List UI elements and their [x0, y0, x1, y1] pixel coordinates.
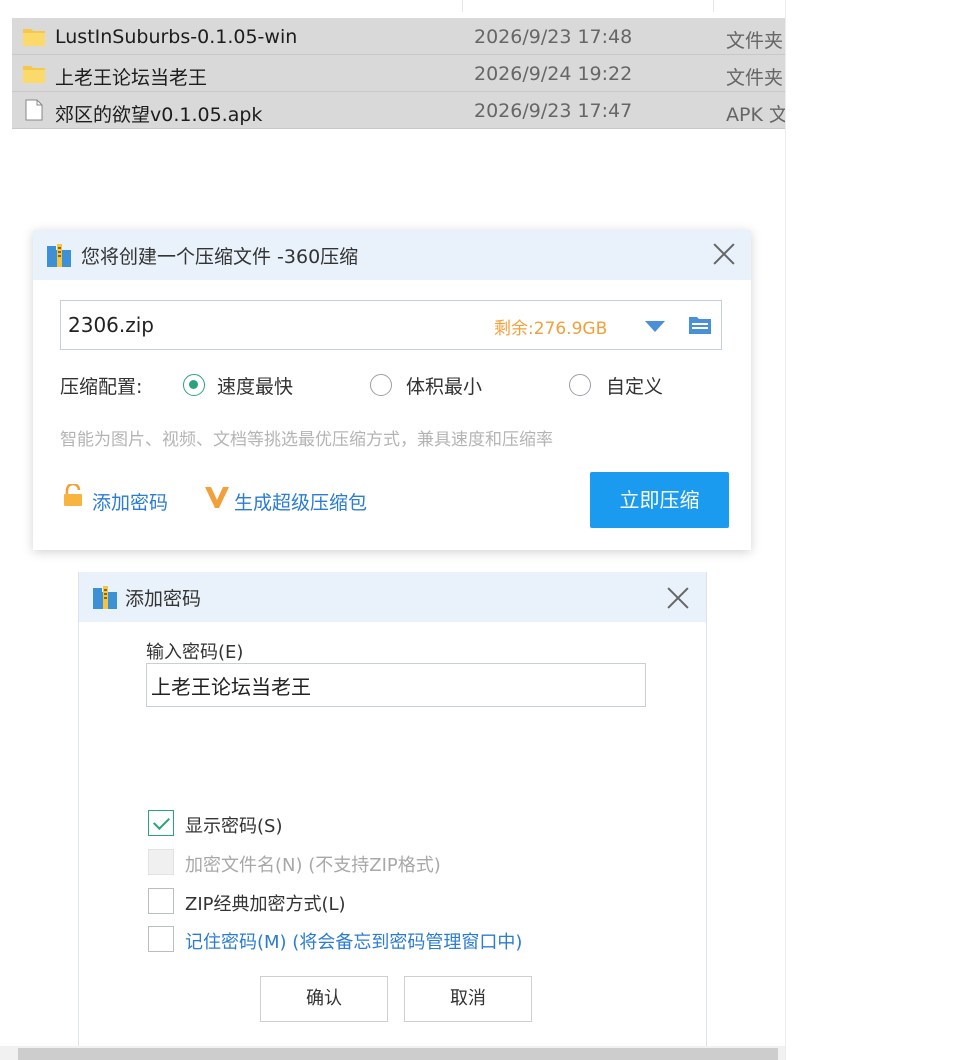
folder-icon — [23, 66, 45, 83]
browse-folder-icon[interactable] — [688, 314, 712, 336]
file-row[interactable]: 郊区的欲望v0.1.05.apk 2026/9/23 17:47 APK 文 — [12, 92, 785, 129]
remember-password-label[interactable]: 记住密码(M) (将会备忘到密码管理窗口中) — [185, 928, 522, 954]
password-input[interactable]: 上老王论坛当老王 — [146, 663, 646, 707]
file-row[interactable]: LustInSuburbs-0.1.05-win 2026/9/23 17:48… — [12, 18, 785, 55]
file-name: 郊区的欲望v0.1.05.apk — [55, 104, 263, 126]
dialog-title-bar[interactable]: 添加密码 — [79, 572, 706, 622]
free-space-label: 剩余:276.9GB — [494, 319, 608, 339]
close-icon[interactable] — [712, 242, 736, 266]
file-date: 2026/9/23 17:47 — [474, 100, 633, 122]
encrypt-filenames-checkbox — [148, 849, 174, 875]
add-password-link[interactable]: 添加密码 — [92, 488, 168, 515]
file-type: APK 文 — [726, 104, 785, 126]
add-password-dialog: 添加密码 输入密码(E) 上老王论坛当老王 显示密码(S) 加密文件名(N) (… — [78, 572, 707, 1052]
file-name: LustInSuburbs-0.1.05-win — [55, 26, 298, 48]
radio-custom[interactable] — [569, 374, 591, 396]
close-icon[interactable] — [666, 586, 690, 610]
compress-dialog: 您将创建一个压缩文件 -360压缩 2306.zip 剩余:276.9GB 压缩… — [33, 230, 751, 550]
file-date: 2026/9/24 19:22 — [474, 63, 633, 85]
scrollbar-thumb[interactable] — [18, 1048, 778, 1060]
password-value: 上老王论坛当老王 — [151, 675, 311, 699]
file-icon — [25, 99, 43, 121]
dialog-title-bar[interactable]: 您将创建一个压缩文件 -360压缩 — [33, 230, 751, 280]
compress-config-label: 压缩配置: — [60, 376, 143, 398]
radio-fastest[interactable] — [183, 374, 205, 396]
radio-smallest[interactable] — [370, 374, 392, 396]
remember-password-checkbox[interactable] — [148, 926, 174, 952]
archive-path-value: 2306.zip — [68, 313, 155, 337]
radio-custom-label[interactable]: 自定义 — [606, 372, 663, 399]
file-list: LustInSuburbs-0.1.05-win 2026/9/23 17:48… — [12, 18, 785, 129]
show-password-checkbox[interactable] — [148, 810, 174, 836]
folder-icon — [23, 29, 45, 46]
zip-classic-encryption-checkbox[interactable] — [148, 888, 174, 914]
file-date: 2026/9/23 17:48 — [474, 26, 633, 48]
cancel-button[interactable]: 取消 — [404, 976, 532, 1022]
archive-path-input[interactable]: 2306.zip 剩余:276.9GB — [60, 300, 722, 350]
encrypt-filenames-label: 加密文件名(N) (不支持ZIP格式) — [185, 855, 441, 876]
confirm-button[interactable]: 确认 — [260, 976, 388, 1022]
config-hint: 智能为图片、视频、文档等挑选最优压缩方式，兼具速度和压缩率 — [60, 430, 553, 450]
file-row[interactable]: 上老王论坛当老王 2026/9/24 19:22 文件夹 — [12, 55, 785, 92]
chevron-down-icon[interactable] — [645, 321, 665, 332]
show-password-label[interactable]: 显示密码(S) — [185, 812, 282, 838]
archive-app-icon — [47, 244, 71, 267]
file-type: 文件夹 — [726, 67, 784, 89]
horizontal-scrollbar[interactable] — [0, 1046, 785, 1060]
window-edge — [785, 0, 786, 1060]
compress-now-button[interactable]: 立即压缩 — [590, 472, 729, 528]
archive-app-icon — [93, 586, 117, 609]
file-name: 上老王论坛当老王 — [55, 67, 208, 89]
super-archive-link[interactable]: 生成超级压缩包 — [234, 488, 367, 515]
vip-v-icon[interactable] — [204, 484, 230, 510]
password-label: 输入密码(E) — [146, 642, 244, 663]
zip-classic-encryption-label[interactable]: ZIP经典加密方式(L) — [185, 890, 346, 916]
radio-smallest-label[interactable]: 体积最小 — [406, 372, 482, 399]
radio-fastest-label[interactable]: 速度最快 — [217, 372, 293, 399]
lock-icon[interactable] — [62, 484, 84, 506]
dialog-title: 添加密码 — [125, 588, 202, 610]
file-type: 文件夹 — [726, 30, 784, 52]
dialog-title: 您将创建一个压缩文件 -360压缩 — [81, 246, 359, 268]
